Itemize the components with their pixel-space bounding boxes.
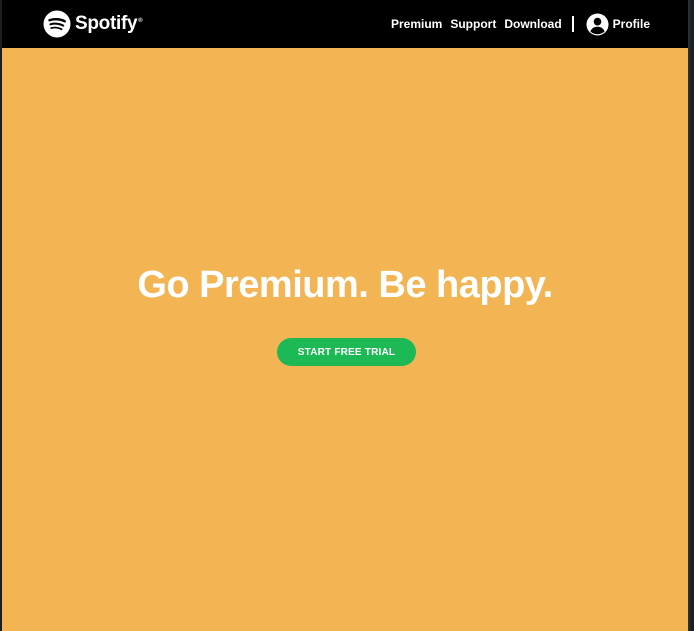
profile-label: Profile — [612, 17, 650, 31]
profile-menu[interactable]: Profile — [586, 12, 650, 36]
brand-name: Spotify® — [75, 13, 143, 34]
start-free-trial-button[interactable]: START FREE TRIAL — [277, 338, 416, 366]
top-navbar: Spotify® Premium Support Download Profil… — [2, 0, 688, 48]
registered-mark: ® — [138, 17, 143, 24]
spotify-logo-link[interactable]: Spotify® — [43, 9, 143, 39]
nav-link-premium[interactable]: Premium — [391, 17, 442, 31]
user-circle-icon — [586, 12, 609, 36]
spotify-logo-icon — [43, 10, 71, 38]
hero-title: Go Premium. Be happy. — [137, 264, 553, 306]
browser-page: Spotify® Premium Support Download Profil… — [2, 0, 690, 631]
nav-link-support[interactable]: Support — [450, 17, 496, 31]
nav-divider — [571, 16, 574, 32]
nav-link-download[interactable]: Download — [504, 17, 561, 31]
nav-links: Premium Support Download Profile — [391, 0, 650, 48]
